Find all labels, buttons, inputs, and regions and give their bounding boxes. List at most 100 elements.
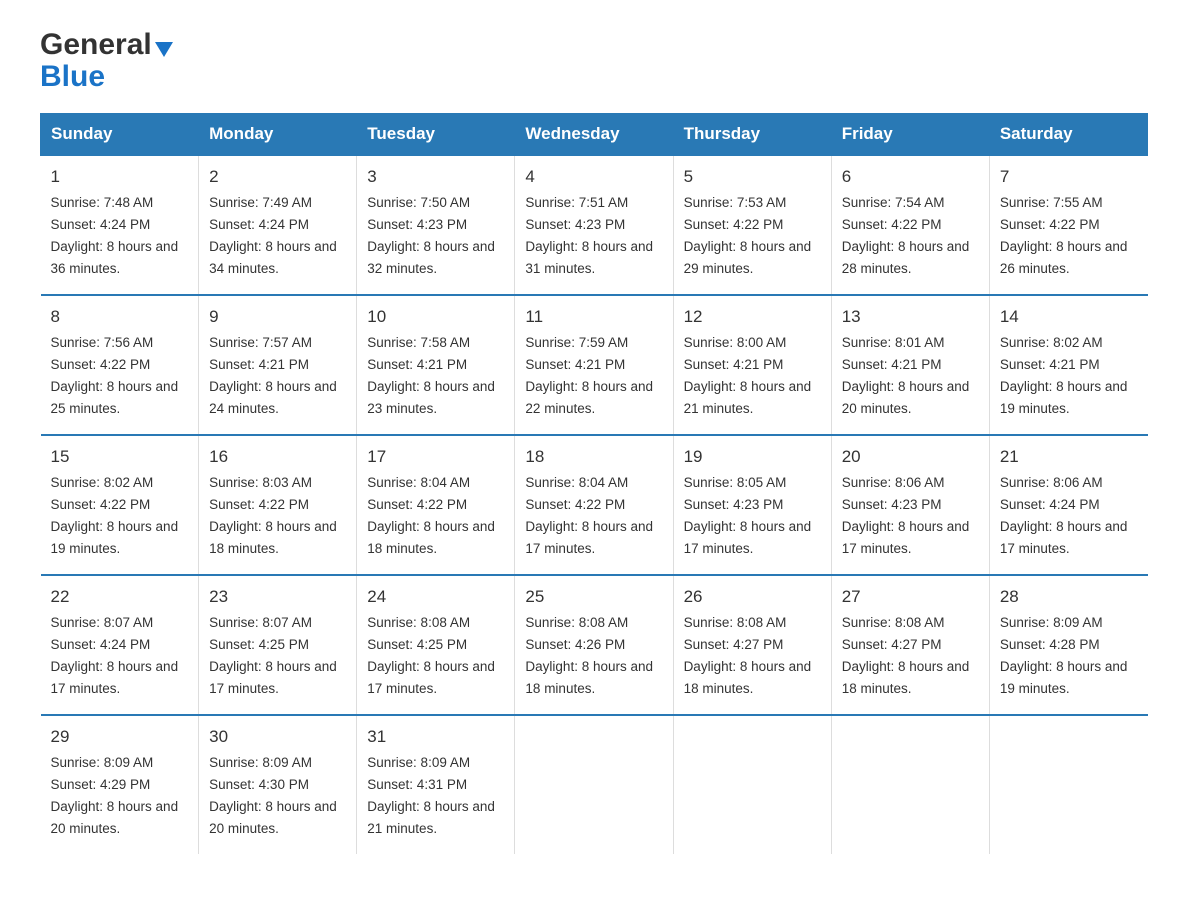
calendar-cell bbox=[831, 715, 989, 854]
day-info: Sunrise: 7:58 AMSunset: 4:21 PMDaylight:… bbox=[367, 335, 495, 416]
day-number: 21 bbox=[1000, 444, 1138, 470]
day-info: Sunrise: 8:09 AMSunset: 4:30 PMDaylight:… bbox=[209, 755, 337, 836]
day-number: 24 bbox=[367, 584, 504, 610]
calendar-cell: 20Sunrise: 8:06 AMSunset: 4:23 PMDayligh… bbox=[831, 435, 989, 575]
logo: General Blue bbox=[40, 30, 173, 93]
header-monday: Monday bbox=[199, 114, 357, 156]
day-info: Sunrise: 8:04 AMSunset: 4:22 PMDaylight:… bbox=[525, 475, 653, 556]
day-number: 22 bbox=[51, 584, 189, 610]
day-info: Sunrise: 8:01 AMSunset: 4:21 PMDaylight:… bbox=[842, 335, 970, 416]
calendar-cell bbox=[515, 715, 673, 854]
calendar-week-row: 15 Sunrise: 8:02 AMSunset: 4:22 PMDayligh… bbox=[41, 435, 1148, 575]
logo-triangle-icon bbox=[155, 42, 173, 57]
day-info: Sunrise: 8:02 AMSunset: 4:22 PMDaylight:… bbox=[51, 475, 179, 556]
day-number: 19 bbox=[684, 444, 821, 470]
day-number: 28 bbox=[1000, 584, 1138, 610]
calendar-cell: 9Sunrise: 7:57 AMSunset: 4:21 PMDaylight… bbox=[199, 295, 357, 435]
header-thursday: Thursday bbox=[673, 114, 831, 156]
calendar-cell: 25 Sunrise: 8:08 AMSunset: 4:26 PMDayligh… bbox=[515, 575, 673, 715]
day-number: 3 bbox=[367, 164, 504, 190]
day-info: Sunrise: 8:08 AMSunset: 4:27 PMDaylight:… bbox=[842, 615, 970, 696]
day-number: 16 bbox=[209, 444, 346, 470]
day-info: Sunrise: 7:55 AMSunset: 4:22 PMDaylight:… bbox=[1000, 195, 1128, 276]
day-info: Sunrise: 8:04 AMSunset: 4:22 PMDaylight:… bbox=[367, 475, 495, 556]
day-number: 11 bbox=[525, 304, 662, 330]
calendar-cell: 7 Sunrise: 7:55 AMSunset: 4:22 PMDaylight… bbox=[989, 155, 1147, 295]
calendar-cell: 26Sunrise: 8:08 AMSunset: 4:27 PMDayligh… bbox=[673, 575, 831, 715]
calendar-cell: 6Sunrise: 7:54 AMSunset: 4:22 PMDaylight… bbox=[831, 155, 989, 295]
day-number: 2 bbox=[209, 164, 346, 190]
calendar-cell: 23Sunrise: 8:07 AMSunset: 4:25 PMDayligh… bbox=[199, 575, 357, 715]
day-number: 14 bbox=[1000, 304, 1138, 330]
day-number: 25 bbox=[525, 584, 662, 610]
day-info: Sunrise: 7:57 AMSunset: 4:21 PMDaylight:… bbox=[209, 335, 337, 416]
day-number: 18 bbox=[525, 444, 662, 470]
header-friday: Friday bbox=[831, 114, 989, 156]
calendar-cell: 18 Sunrise: 8:04 AMSunset: 4:22 PMDayligh… bbox=[515, 435, 673, 575]
day-info: Sunrise: 8:05 AMSunset: 4:23 PMDaylight:… bbox=[684, 475, 812, 556]
day-number: 5 bbox=[684, 164, 821, 190]
day-number: 10 bbox=[367, 304, 504, 330]
calendar-cell: 12 Sunrise: 8:00 AMSunset: 4:21 PMDayligh… bbox=[673, 295, 831, 435]
day-info: Sunrise: 7:51 AMSunset: 4:23 PMDaylight:… bbox=[525, 195, 653, 276]
logo-blue-text: Blue bbox=[40, 60, 173, 93]
calendar-cell: 15 Sunrise: 8:02 AMSunset: 4:22 PMDayligh… bbox=[41, 435, 199, 575]
day-info: Sunrise: 8:08 AMSunset: 4:25 PMDaylight:… bbox=[367, 615, 495, 696]
calendar-cell: 4 Sunrise: 7:51 AMSunset: 4:23 PMDaylight… bbox=[515, 155, 673, 295]
calendar-cell: 28 Sunrise: 8:09 AMSunset: 4:28 PMDayligh… bbox=[989, 575, 1147, 715]
calendar-cell: 31 Sunrise: 8:09 AMSunset: 4:31 PMDayligh… bbox=[357, 715, 515, 854]
day-info: Sunrise: 7:59 AMSunset: 4:21 PMDaylight:… bbox=[525, 335, 653, 416]
page-header: General Blue bbox=[40, 30, 1148, 93]
calendar-cell: 17 Sunrise: 8:04 AMSunset: 4:22 PMDayligh… bbox=[357, 435, 515, 575]
day-number: 31 bbox=[367, 724, 504, 750]
day-number: 26 bbox=[684, 584, 821, 610]
day-info: Sunrise: 8:03 AMSunset: 4:22 PMDaylight:… bbox=[209, 475, 337, 556]
day-info: Sunrise: 8:08 AMSunset: 4:26 PMDaylight:… bbox=[525, 615, 653, 696]
day-number: 7 bbox=[1000, 164, 1138, 190]
header-wednesday: Wednesday bbox=[515, 114, 673, 156]
day-info: Sunrise: 8:09 AMSunset: 4:29 PMDaylight:… bbox=[51, 755, 179, 836]
day-number: 17 bbox=[367, 444, 504, 470]
calendar-week-row: 22Sunrise: 8:07 AMSunset: 4:24 PMDayligh… bbox=[41, 575, 1148, 715]
day-info: Sunrise: 8:00 AMSunset: 4:21 PMDaylight:… bbox=[684, 335, 812, 416]
logo-general-text: General bbox=[40, 30, 152, 60]
header-tuesday: Tuesday bbox=[357, 114, 515, 156]
calendar-cell: 21 Sunrise: 8:06 AMSunset: 4:24 PMDayligh… bbox=[989, 435, 1147, 575]
day-number: 15 bbox=[51, 444, 189, 470]
calendar-week-row: 1 Sunrise: 7:48 AMSunset: 4:24 PMDaylight… bbox=[41, 155, 1148, 295]
calendar-week-row: 8Sunrise: 7:56 AMSunset: 4:22 PMDaylight… bbox=[41, 295, 1148, 435]
day-number: 12 bbox=[684, 304, 821, 330]
day-info: Sunrise: 8:09 AMSunset: 4:31 PMDaylight:… bbox=[367, 755, 495, 836]
calendar-cell: 19 Sunrise: 8:05 AMSunset: 4:23 PMDayligh… bbox=[673, 435, 831, 575]
day-number: 30 bbox=[209, 724, 346, 750]
calendar-cell: 1 Sunrise: 7:48 AMSunset: 4:24 PMDaylight… bbox=[41, 155, 199, 295]
calendar-week-row: 29 Sunrise: 8:09 AMSunset: 4:29 PMDayligh… bbox=[41, 715, 1148, 854]
day-number: 23 bbox=[209, 584, 346, 610]
day-info: Sunrise: 8:09 AMSunset: 4:28 PMDaylight:… bbox=[1000, 615, 1128, 696]
day-number: 13 bbox=[842, 304, 979, 330]
header-saturday: Saturday bbox=[989, 114, 1147, 156]
calendar-cell: 14 Sunrise: 8:02 AMSunset: 4:21 PMDayligh… bbox=[989, 295, 1147, 435]
calendar-cell: 5 Sunrise: 7:53 AMSunset: 4:22 PMDaylight… bbox=[673, 155, 831, 295]
day-info: Sunrise: 8:06 AMSunset: 4:23 PMDaylight:… bbox=[842, 475, 970, 556]
day-number: 27 bbox=[842, 584, 979, 610]
calendar-cell bbox=[673, 715, 831, 854]
calendar-cell: 3Sunrise: 7:50 AMSunset: 4:23 PMDaylight… bbox=[357, 155, 515, 295]
day-info: Sunrise: 8:06 AMSunset: 4:24 PMDaylight:… bbox=[1000, 475, 1128, 556]
calendar-cell: 8Sunrise: 7:56 AMSunset: 4:22 PMDaylight… bbox=[41, 295, 199, 435]
calendar-cell: 13 Sunrise: 8:01 AMSunset: 4:21 PMDayligh… bbox=[831, 295, 989, 435]
day-number: 4 bbox=[525, 164, 662, 190]
day-info: Sunrise: 7:54 AMSunset: 4:22 PMDaylight:… bbox=[842, 195, 970, 276]
calendar-cell: 16 Sunrise: 8:03 AMSunset: 4:22 PMDayligh… bbox=[199, 435, 357, 575]
day-info: Sunrise: 7:56 AMSunset: 4:22 PMDaylight:… bbox=[51, 335, 179, 416]
day-info: Sunrise: 7:49 AMSunset: 4:24 PMDaylight:… bbox=[209, 195, 337, 276]
calendar-cell: 30 Sunrise: 8:09 AMSunset: 4:30 PMDayligh… bbox=[199, 715, 357, 854]
day-number: 29 bbox=[51, 724, 189, 750]
day-info: Sunrise: 7:48 AMSunset: 4:24 PMDaylight:… bbox=[51, 195, 179, 276]
calendar-cell: 10 Sunrise: 7:58 AMSunset: 4:21 PMDayligh… bbox=[357, 295, 515, 435]
day-info: Sunrise: 7:53 AMSunset: 4:22 PMDaylight:… bbox=[684, 195, 812, 276]
day-number: 1 bbox=[51, 164, 189, 190]
calendar-cell: 22Sunrise: 8:07 AMSunset: 4:24 PMDayligh… bbox=[41, 575, 199, 715]
day-info: Sunrise: 8:02 AMSunset: 4:21 PMDaylight:… bbox=[1000, 335, 1128, 416]
header-sunday: Sunday bbox=[41, 114, 199, 156]
